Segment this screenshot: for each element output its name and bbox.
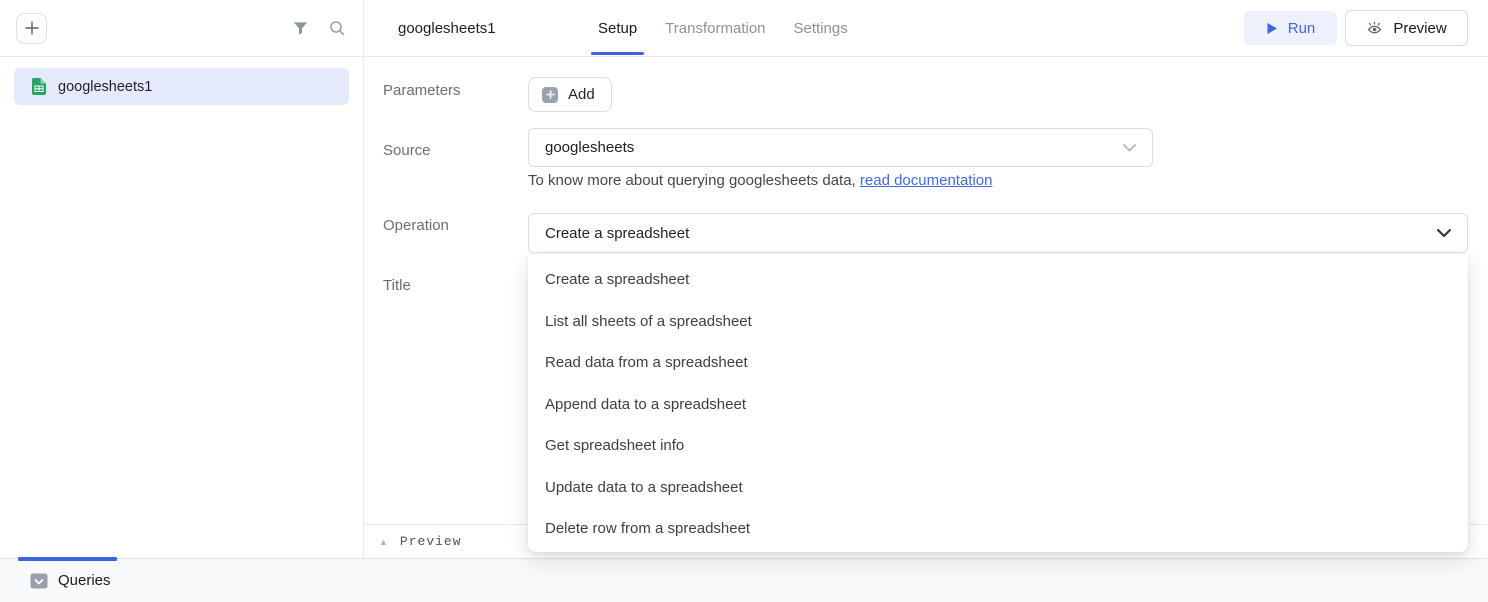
run-button[interactable]: Run [1244, 11, 1337, 45]
query-list: googlesheets1 [0, 57, 363, 116]
tab-settings[interactable]: Settings [794, 0, 848, 57]
dropdown-option[interactable]: List all sheets of a spreadsheet [528, 301, 1468, 343]
source-select-value: googlesheets [545, 139, 634, 156]
header-actions: Run Preview [1244, 10, 1468, 46]
source-label: Source [383, 142, 503, 159]
tab-transformation[interactable]: Transformation [665, 0, 765, 57]
query-sidebar: googlesheets1 [0, 0, 364, 558]
preview-button[interactable]: Preview [1345, 10, 1468, 46]
plus-icon [25, 21, 39, 35]
active-tab-indicator [591, 52, 644, 55]
plus-icon [542, 87, 558, 103]
preview-button-label: Preview [1393, 20, 1446, 37]
add-query-button[interactable] [16, 13, 47, 44]
queries-panel-toggle[interactable]: Queries [0, 559, 160, 602]
filter-icon[interactable] [293, 21, 308, 36]
search-icon[interactable] [329, 20, 345, 36]
operation-dropdown-menu: Create a spreadsheetList all sheets of a… [528, 255, 1468, 552]
read-documentation-link[interactable]: read documentation [860, 172, 993, 189]
query-header: googlesheets1 Setup Transformation Setti… [365, 0, 1488, 57]
dropdown-option[interactable]: Read data from a spreadsheet [528, 342, 1468, 384]
dropdown-option[interactable]: Update data to a spreadsheet [528, 467, 1468, 509]
play-icon [1266, 22, 1278, 35]
operation-label: Operation [383, 217, 503, 234]
tab-setup-label: Setup [598, 20, 637, 37]
googlesheets-icon [31, 78, 46, 95]
query-list-item-googlesheets1[interactable]: googlesheets1 [14, 68, 349, 105]
query-item-label: googlesheets1 [58, 79, 152, 95]
preview-panel-label: Preview [400, 534, 462, 549]
query-title: googlesheets1 [398, 20, 598, 37]
query-editor: googlesheets1 googlesheets1 Setup Transf… [0, 0, 1488, 602]
tab-setup[interactable]: Setup [598, 0, 637, 57]
dropdown-option[interactable]: Append data to a spreadsheet [528, 384, 1468, 426]
source-select[interactable]: googlesheets [528, 128, 1153, 167]
queries-tab-indicator [18, 557, 117, 561]
dropdown-option[interactable]: Delete row from a spreadsheet [528, 508, 1468, 550]
run-button-label: Run [1288, 20, 1316, 37]
query-editor-main: googlesheets1 Setup Transformation Setti… [365, 0, 1488, 558]
operation-select[interactable]: Create a spreadsheet [528, 213, 1468, 253]
chevron-down-icon [1123, 144, 1136, 152]
collapse-up-icon: ▲ [379, 537, 388, 547]
dropdown-option[interactable]: Get spreadsheet info [528, 425, 1468, 467]
dropdown-option[interactable]: Create a spreadsheet [528, 259, 1468, 301]
sidebar-header [0, 0, 363, 57]
source-helper-text: To know more about querying googlesheets… [528, 172, 992, 189]
chevron-down-icon [1437, 229, 1451, 238]
eye-icon [1366, 21, 1383, 35]
queries-panel-icon [30, 573, 48, 589]
add-parameter-label: Add [568, 86, 595, 103]
query-tabs: Setup Transformation Settings [598, 0, 848, 57]
add-parameter-button[interactable]: Add [528, 77, 612, 112]
bottom-bar: Queries [0, 558, 1488, 602]
title-label: Title [383, 277, 503, 294]
operation-select-value: Create a spreadsheet [545, 225, 689, 242]
parameters-label: Parameters [383, 82, 503, 99]
queries-panel-label: Queries [58, 572, 111, 589]
